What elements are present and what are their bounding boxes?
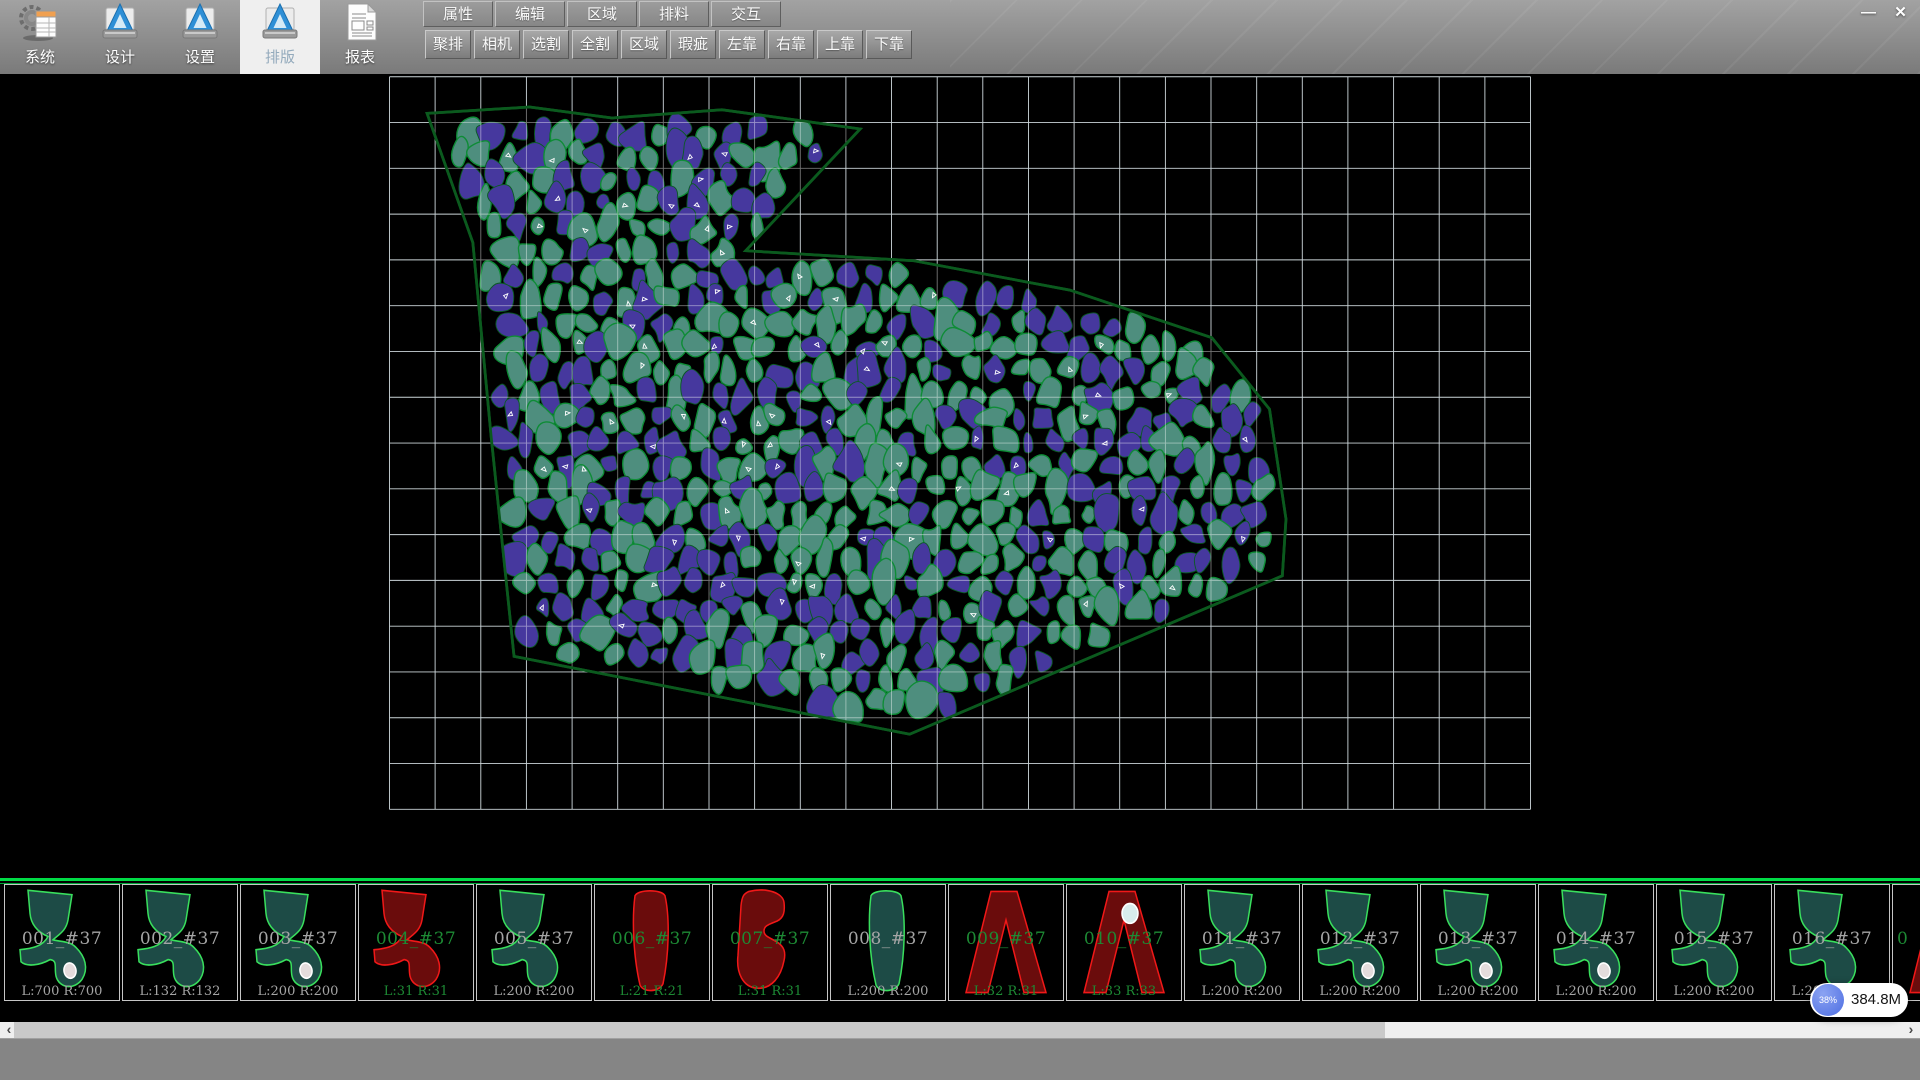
piece-lr-label: L:33 R:33 <box>1067 984 1181 999</box>
piece-id-label: 006_#37 <box>595 929 709 949</box>
main-icon-strip: 系统 设计 设置 排版 报表 <box>0 0 400 74</box>
piece-id-label: 013_#37 <box>1421 929 1535 949</box>
piece-lr-label: L:31 R:31 <box>713 984 827 999</box>
thumbnail-cell-002_#37[interactable]: 002_#37 L:132 R:132 <box>122 884 238 1001</box>
piece-id-label: 015_#37 <box>1657 929 1771 949</box>
piece-lr-label: L:200 R:200 <box>1303 984 1417 999</box>
main-icon-label: 设计 <box>105 46 135 67</box>
piece-thumbnail-strip: 001_#37L:700 R:700 002_#37L:132 R:132 00… <box>0 878 1920 1005</box>
window-controls: — ✕ <box>1855 4 1914 23</box>
piece-lr-label: L:200 R:200 <box>477 984 591 999</box>
piece-id-label: 014_#37 <box>1539 929 1653 949</box>
action-button-聚排[interactable]: 聚排 <box>425 30 471 59</box>
scroll-right-icon[interactable]: › <box>1904 1022 1918 1038</box>
action-button-全割[interactable]: 全割 <box>572 30 618 59</box>
toolbar-stripe-pattern <box>950 0 1920 74</box>
piece-id-label: 005_#37 <box>477 929 591 949</box>
thumbnail-cell-012_#37[interactable]: 012_#37 L:200 R:200 <box>1302 884 1418 1001</box>
piece-id-label: 011_#37 <box>1185 929 1299 949</box>
piece-id-label: 007_#37 <box>713 929 827 949</box>
menu-tab-row: 属性编辑区域排料交互 <box>423 1 781 27</box>
menu-tab-排料[interactable]: 排料 <box>639 1 709 27</box>
thumbnail-cell-006_#37[interactable]: 006_#37 L:21 R:21 <box>594 884 710 1001</box>
action-button-左靠[interactable]: 左靠 <box>719 30 765 59</box>
piece-lr-label: L:132 R:132 <box>123 984 237 999</box>
piece-lr-label: L:200 R:200 <box>1539 984 1653 999</box>
piece-lr-label: L:200 R:200 <box>241 984 355 999</box>
menu-tab-交互[interactable]: 交互 <box>711 1 781 27</box>
menu-tab-区域[interactable]: 区域 <box>567 1 637 27</box>
thumbnail-cell-004_#37[interactable]: 004_#37 L:31 R:31 <box>358 884 474 1001</box>
thumbnail-cell-015_#37[interactable]: 015_#37 L:200 R:200 <box>1656 884 1772 1001</box>
piece-id-label: 004_#37 <box>359 929 473 949</box>
thumbnail-cell-013_#37[interactable]: 013_#37 L:200 R:200 <box>1420 884 1536 1001</box>
action-button-区域[interactable]: 区域 <box>621 30 667 59</box>
horizontal-scrollbar[interactable]: ‹ › <box>0 1022 1920 1038</box>
menu-tab-编辑[interactable]: 编辑 <box>495 1 565 27</box>
action-button-下靠[interactable]: 下靠 <box>866 30 912 59</box>
piece-id-label: 016_#37 <box>1775 929 1889 949</box>
main-icon-label: 排版 <box>265 46 295 67</box>
main-icon-系统[interactable]: 系统 <box>0 0 80 74</box>
piece-lr-label: L:200 R:200 <box>831 984 945 999</box>
nesting-canvas[interactable] <box>0 74 1920 878</box>
piece-lr-label: L:31 R:31 <box>359 984 473 999</box>
piece-lr-label: L:700 R:700 <box>5 984 119 999</box>
thumbnail-cells: 001_#37L:700 R:700 002_#37L:132 R:132 00… <box>4 884 1920 1003</box>
main-icon-label: 设置 <box>185 46 215 67</box>
piece-lr-label: L:200 R:200 <box>1421 984 1535 999</box>
action-button-上靠[interactable]: 上靠 <box>817 30 863 59</box>
action-button-右靠[interactable]: 右靠 <box>768 30 814 59</box>
layout-icon <box>258 2 302 47</box>
thumbnail-cell-008_#37[interactable]: 008_#37 L:200 R:200 <box>830 884 946 1001</box>
thumbnail-cell-009_#37[interactable]: 009_#37 L:32 R:31 <box>948 884 1064 1001</box>
piece-id-label: 009_#37 <box>949 929 1063 949</box>
main-icon-设置[interactable]: 设置 <box>160 0 240 74</box>
action-button-相机[interactable]: 相机 <box>474 30 520 59</box>
piece-lr-label: L:32 R:31 <box>949 984 1063 999</box>
thumbnail-cell-011_#37[interactable]: 011_#37 L:200 R:200 <box>1184 884 1300 1001</box>
thumbnail-cell-005_#37[interactable]: 005_#37 L:200 R:200 <box>476 884 592 1001</box>
action-button-瑕疵[interactable]: 瑕疵 <box>670 30 716 59</box>
nesting-canvas-svg[interactable] <box>0 74 1920 878</box>
main-icon-报表[interactable]: 报表 <box>320 0 400 74</box>
piece-id-label: 008_#37 <box>831 929 945 949</box>
piece-id-label: 003_#37 <box>241 929 355 949</box>
action-button-选割[interactable]: 选割 <box>523 30 569 59</box>
thumbnail-cell-003_#37[interactable]: 003_#37 L:200 R:200 <box>240 884 356 1001</box>
top-toolbar: 系统 设计 设置 排版 报表 属性编辑区域排料交互 聚排相机选割全割区域瑕疵左靠… <box>0 0 1920 74</box>
menu-tab-属性[interactable]: 属性 <box>423 1 493 27</box>
thumbnail-cell-001_#37[interactable]: 001_#37 L:700 R:700 <box>4 884 120 1001</box>
action-button-row: 聚排相机选割全割区域瑕疵左靠右靠上靠下靠 <box>425 30 912 59</box>
thumbnail-cell-014_#37[interactable]: 014_#37 L:200 R:200 <box>1538 884 1654 1001</box>
thumbnail-cell-007_#37[interactable]: 007_#37 L:31 R:31 <box>712 884 828 1001</box>
piece-id-label: 0 <box>1893 929 1920 949</box>
main-icon-label: 系统 <box>25 46 55 67</box>
report-icon <box>338 2 382 47</box>
close-button[interactable]: ✕ <box>1887 4 1914 23</box>
main-icon-label: 报表 <box>345 46 375 67</box>
design-icon <box>98 2 142 47</box>
piece-id-label: 010_#37 <box>1067 929 1181 949</box>
system-icon <box>18 2 62 47</box>
piece-lr-label: L:21 R:21 <box>595 984 709 999</box>
status-bar <box>0 1038 1920 1080</box>
progress-circle: 38% <box>1812 984 1844 1016</box>
main-icon-设计[interactable]: 设计 <box>80 0 160 74</box>
piece-id-label: 001_#37 <box>5 929 119 949</box>
settings-icon <box>178 2 222 47</box>
minimize-button[interactable]: — <box>1855 4 1882 23</box>
main-icon-排版[interactable]: 排版 <box>240 0 320 74</box>
memory-progress-badge: 38% 384.8M <box>1810 983 1908 1017</box>
piece-lr-label: L:200 R:200 <box>1657 984 1771 999</box>
memory-value: 384.8M <box>1851 983 1901 1017</box>
thumbnail-cell-010_#37[interactable]: 010_#37 L:33 R:33 <box>1066 884 1182 1001</box>
piece-id-label: 012_#37 <box>1303 929 1417 949</box>
piece-id-label: 002_#37 <box>123 929 237 949</box>
scrollbar-thumb[interactable] <box>14 1022 1385 1038</box>
piece-lr-label: L:200 R:200 <box>1185 984 1299 999</box>
